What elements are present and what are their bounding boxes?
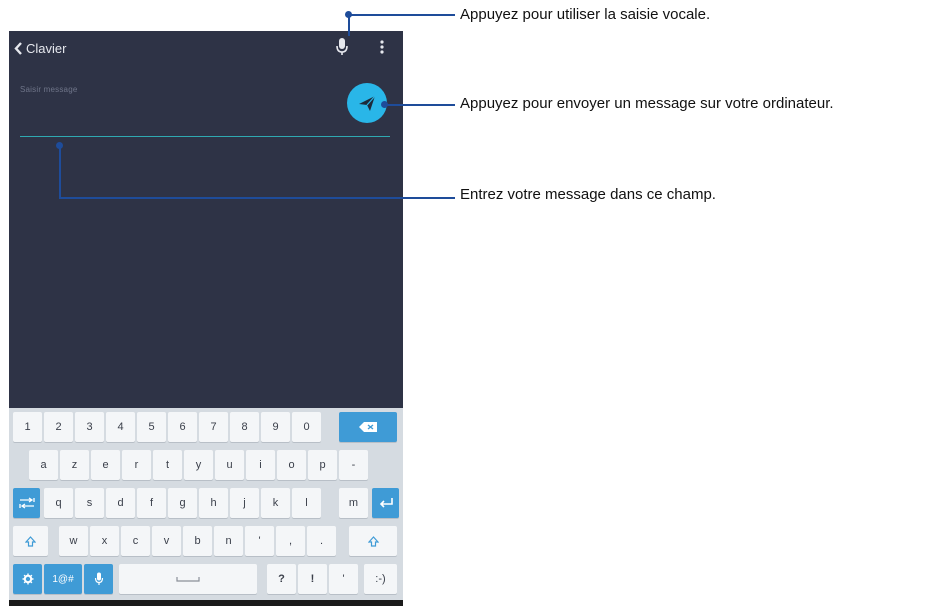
message-input[interactable]: Saisir message: [20, 85, 78, 94]
key[interactable]: a: [29, 450, 58, 480]
space-key[interactable]: [119, 564, 257, 594]
callout-dot: [56, 142, 63, 149]
shift-icon: [25, 535, 36, 547]
key[interactable]: w: [59, 526, 88, 556]
callout-voice-text: Appuyez pour utiliser la saisie vocale.: [460, 6, 711, 23]
back-button[interactable]: Clavier: [14, 40, 66, 56]
key[interactable]: .: [307, 526, 336, 556]
navigation-bar: [9, 600, 403, 606]
key[interactable]: k: [261, 488, 290, 518]
enter-key[interactable]: [372, 488, 399, 518]
callout-leader: [59, 145, 61, 198]
key[interactable]: l: [292, 488, 321, 518]
key[interactable]: h: [199, 488, 228, 518]
shift-icon: [367, 535, 379, 547]
emoticon-key[interactable]: :-): [364, 564, 397, 594]
key[interactable]: n: [214, 526, 243, 556]
settings-key[interactable]: [13, 564, 42, 594]
key[interactable]: b: [183, 526, 212, 556]
key[interactable]: 8: [230, 412, 259, 442]
microphone-icon: [94, 572, 103, 585]
key[interactable]: u: [215, 450, 244, 480]
callout-send-text: Appuyez pour envoyer un message sur votr…: [460, 95, 834, 112]
key[interactable]: v: [152, 526, 181, 556]
keyboard-row-numbers: 1 2 3 4 5 6 7 8 9 0: [9, 412, 403, 442]
space-icon: [176, 577, 200, 582]
key[interactable]: r: [122, 450, 151, 480]
key[interactable]: 6: [168, 412, 197, 442]
tab-key[interactable]: [13, 488, 40, 518]
symbols-key[interactable]: 1@#: [44, 564, 82, 594]
key[interactable]: x: [90, 526, 119, 556]
key[interactable]: e: [91, 450, 120, 480]
callout-leader: [384, 104, 455, 106]
key[interactable]: 3: [75, 412, 104, 442]
voice-key[interactable]: [84, 564, 113, 594]
key[interactable]: q: [44, 488, 73, 518]
key[interactable]: !: [298, 564, 327, 594]
callout-leader: [348, 14, 455, 16]
shift-key-right[interactable]: [349, 526, 397, 556]
key[interactable]: o: [277, 450, 306, 480]
key[interactable]: ?: [267, 564, 296, 594]
key[interactable]: s: [75, 488, 104, 518]
key[interactable]: 9: [261, 412, 290, 442]
callout-dot: [381, 101, 388, 108]
overflow-menu-icon[interactable]: [379, 39, 385, 55]
key[interactable]: d: [106, 488, 135, 518]
key[interactable]: m: [339, 488, 368, 518]
back-label: Clavier: [26, 40, 67, 56]
key[interactable]: z: [60, 450, 89, 480]
on-screen-keyboard: 1 2 3 4 5 6 7 8 9 0 a z e r t y u i o p …: [9, 408, 403, 600]
key[interactable]: p: [308, 450, 337, 480]
callout-leader: [59, 197, 455, 199]
key[interactable]: 5: [137, 412, 166, 442]
key[interactable]: j: [230, 488, 259, 518]
keyboard-row-letters-3: w x c v b n ' , .: [9, 526, 403, 556]
shift-key-left[interactable]: [13, 526, 48, 556]
key[interactable]: c: [121, 526, 150, 556]
key[interactable]: 7: [199, 412, 228, 442]
phone-screen: Clavier Saisir message 1 2 3 4 5 6 7 8 9…: [9, 31, 403, 606]
key[interactable]: 1: [13, 412, 42, 442]
message-field-underline: [20, 136, 390, 137]
callout-field-text: Entrez votre message dans ce champ.: [460, 186, 716, 203]
backspace-icon: [359, 422, 377, 432]
tab-icon: [18, 497, 35, 509]
send-icon: [359, 95, 376, 111]
key[interactable]: ': [329, 564, 358, 594]
key[interactable]: f: [137, 488, 166, 518]
keyboard-row-letters-1: a z e r t y u i o p -: [9, 450, 403, 480]
keyboard-row-letters-2: q s d f g h j k l m: [9, 488, 403, 518]
callout-dot: [345, 11, 352, 18]
key[interactable]: 0: [292, 412, 321, 442]
app-toolbar: Clavier: [9, 31, 403, 65]
key[interactable]: ': [245, 526, 274, 556]
enter-icon: [379, 498, 393, 508]
key[interactable]: g: [168, 488, 197, 518]
key[interactable]: -: [339, 450, 368, 480]
microphone-icon[interactable]: [334, 37, 350, 57]
chevron-left-icon: [14, 41, 22, 55]
key[interactable]: i: [246, 450, 275, 480]
key[interactable]: y: [184, 450, 213, 480]
keyboard-row-bottom: 1@# ? ! ' :-): [9, 564, 403, 594]
key[interactable]: 2: [44, 412, 73, 442]
gear-icon: [22, 573, 33, 585]
key[interactable]: ,: [276, 526, 305, 556]
key[interactable]: 4: [106, 412, 135, 442]
backspace-key[interactable]: [339, 412, 397, 442]
key[interactable]: t: [153, 450, 182, 480]
